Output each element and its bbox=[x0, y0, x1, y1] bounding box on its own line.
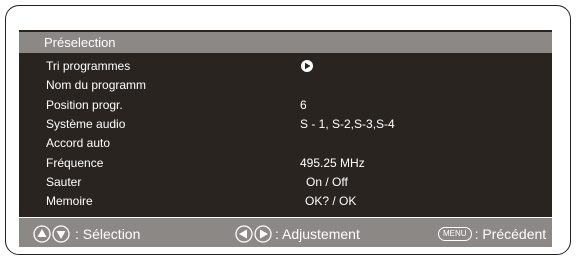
systeme-audio-value[interactable]: S - 1, S-2,S-3,S-4 bbox=[300, 116, 395, 132]
memoire-value[interactable]: OK? / OK bbox=[305, 193, 356, 209]
help-adjust-label: : Adjustement bbox=[275, 226, 360, 242]
menu-item-label: Fréquence bbox=[46, 156, 104, 170]
menu-item-nom-du-programm[interactable]: Nom du programm bbox=[46, 77, 146, 93]
menu-item-label: Nom du programm bbox=[46, 78, 147, 92]
frequence-value[interactable]: 495.25 MHz bbox=[300, 155, 365, 171]
help-adjust: : Adjustement bbox=[235, 225, 360, 243]
menu-item-label: Sauter bbox=[46, 175, 82, 189]
left-right-arrows-icon bbox=[235, 225, 272, 243]
menu-item-tri-programmes[interactable]: Tri programmes bbox=[46, 58, 130, 74]
menu-key-icon: MENU bbox=[438, 227, 472, 241]
menu-item-label: Système audio bbox=[46, 117, 126, 131]
help-selection: : Sélection bbox=[33, 225, 140, 243]
help-selection-label: : Sélection bbox=[75, 226, 141, 242]
menu-item-systeme-audio[interactable]: Système audio bbox=[46, 116, 125, 132]
menu-title: Préselection bbox=[19, 32, 552, 53]
help-previous-label: : Précédent bbox=[474, 226, 547, 242]
menu-item-frequence[interactable]: Fréquence bbox=[46, 155, 103, 171]
menu-item-label: Position progr. bbox=[46, 98, 123, 112]
sauter-value[interactable]: On / Off bbox=[306, 174, 348, 190]
position-progr-value[interactable]: 6 bbox=[300, 97, 307, 113]
play-circle-icon bbox=[301, 60, 313, 72]
menu-item-label: Memoire bbox=[46, 194, 93, 208]
menu-item-sauter[interactable]: Sauter bbox=[46, 174, 81, 190]
menu-item-position-progr[interactable]: Position progr. bbox=[46, 97, 123, 113]
help-previous: MENU : Précédent bbox=[438, 225, 546, 243]
menu-item-label: Accord auto bbox=[46, 136, 111, 150]
tri-programmes-value[interactable] bbox=[300, 58, 314, 74]
menu-item-accord-auto[interactable]: Accord auto bbox=[46, 135, 110, 151]
up-down-arrows-icon bbox=[33, 225, 70, 243]
menu-item-memoire[interactable]: Memoire bbox=[46, 193, 93, 209]
menu-item-label: Tri programmes bbox=[46, 59, 131, 73]
